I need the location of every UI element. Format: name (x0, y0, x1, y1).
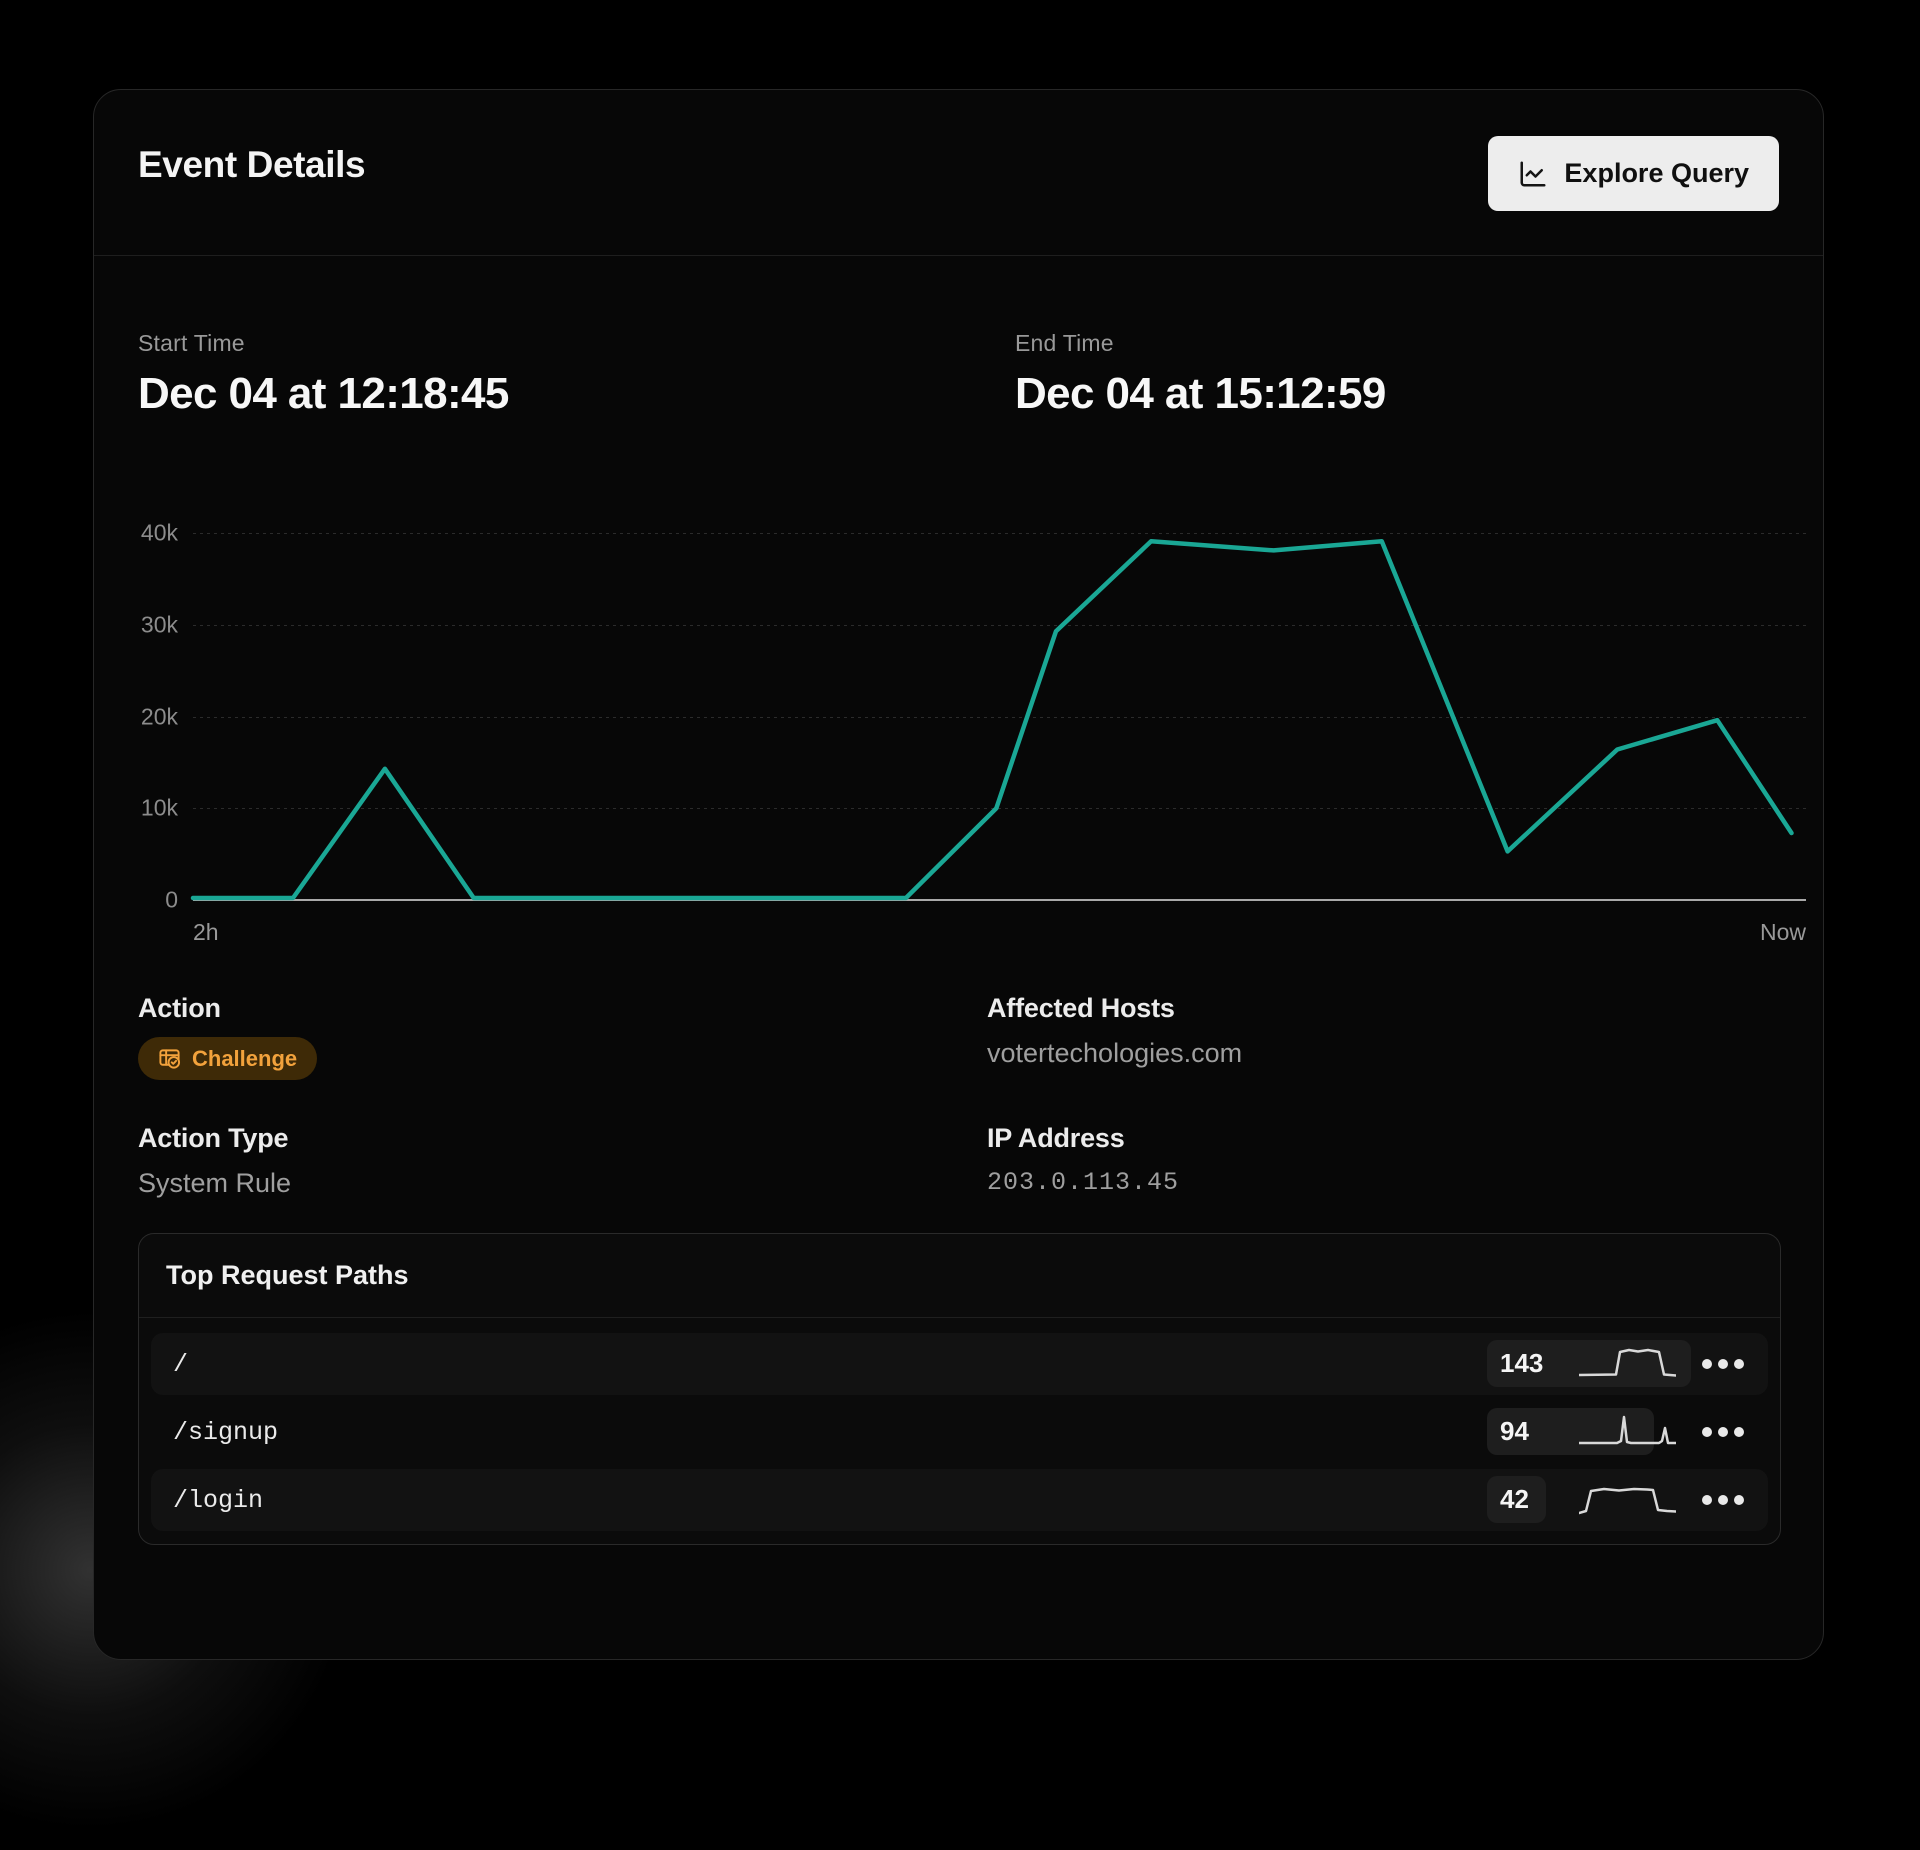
x-axis-label-start: 2h (193, 919, 219, 946)
request-path: /signup (173, 1418, 278, 1447)
ellipsis-icon[interactable] (1702, 1469, 1744, 1531)
action-field: Action Challenge (138, 993, 317, 1080)
y-tick-label: 10k (141, 795, 178, 822)
y-tick-label: 40k (141, 520, 178, 547)
request-path-row: /login 42 (151, 1469, 1768, 1531)
ellipsis-icon[interactable] (1702, 1401, 1744, 1463)
ip-address-value: 203.0.113.45 (987, 1168, 1179, 1197)
challenge-badge: Challenge (138, 1037, 317, 1080)
end-time-label: End Time (1015, 330, 1386, 357)
header-divider (94, 255, 1823, 256)
action-type-field: Action Type System Rule (138, 1123, 291, 1199)
explore-query-button[interactable]: Explore Query (1488, 136, 1779, 211)
top-request-paths-list: / 143 /signup 94 /logi (139, 1318, 1780, 1531)
request-path-row: / 143 (151, 1333, 1768, 1395)
request-sparkline (1579, 1415, 1676, 1449)
events-line-chart (193, 533, 1806, 900)
event-details-card: Event Details Explore Query Start Time D… (93, 89, 1824, 1660)
action-label: Action (138, 993, 317, 1024)
request-path-stats: 94 (1487, 1401, 1768, 1463)
request-count: 42 (1500, 1484, 1529, 1515)
start-time-block: Start Time Dec 04 at 12:18:45 (138, 330, 509, 419)
challenge-badge-label: Challenge (192, 1046, 297, 1072)
top-request-paths-title: Top Request Paths (139, 1234, 1780, 1318)
request-path-row: /signup 94 (151, 1401, 1768, 1463)
action-type-value: System Rule (138, 1168, 291, 1199)
request-path-stats: 143 (1487, 1333, 1768, 1395)
x-axis-label-end: Now (1760, 919, 1806, 946)
request-sparkline (1579, 1483, 1676, 1517)
action-type-label: Action Type (138, 1123, 291, 1154)
challenge-check-icon (158, 1047, 181, 1070)
end-time-value: Dec 04 at 15:12:59 (1015, 369, 1386, 419)
chart-y-axis-ticks: 40k30k20k10k0 (94, 533, 178, 900)
request-count: 94 (1500, 1416, 1529, 1447)
request-sparkline (1579, 1347, 1676, 1381)
request-path: /login (173, 1486, 263, 1515)
request-path: / (173, 1350, 188, 1379)
page-background: Event Details Explore Query Start Time D… (0, 0, 1920, 1660)
line-chart-icon (1518, 159, 1548, 189)
affected-hosts-value: votertechologies.com (987, 1038, 1242, 1069)
ellipsis-icon[interactable] (1702, 1333, 1744, 1395)
page-title: Event Details (138, 144, 365, 186)
start-time-value: Dec 04 at 12:18:45 (138, 369, 509, 419)
start-time-label: Start Time (138, 330, 509, 357)
ip-address-field: IP Address 203.0.113.45 (987, 1123, 1179, 1197)
end-time-block: End Time Dec 04 at 15:12:59 (1015, 330, 1386, 419)
y-tick-label: 30k (141, 611, 178, 638)
y-tick-label: 0 (165, 887, 178, 914)
y-tick-label: 20k (141, 703, 178, 730)
chart-x-axis-labels: 2h Now (193, 919, 1806, 946)
affected-hosts-label: Affected Hosts (987, 993, 1242, 1024)
top-request-paths-card: Top Request Paths / 143 /signup 94 (138, 1233, 1781, 1545)
request-count: 143 (1500, 1348, 1543, 1379)
affected-hosts-field: Affected Hosts votertechologies.com (987, 993, 1242, 1069)
explore-query-label: Explore Query (1564, 158, 1749, 189)
request-path-stats: 42 (1487, 1469, 1768, 1531)
chart-line-series (193, 533, 1806, 900)
request-count-chip: 42 (1487, 1476, 1546, 1523)
ip-address-label: IP Address (987, 1123, 1179, 1154)
